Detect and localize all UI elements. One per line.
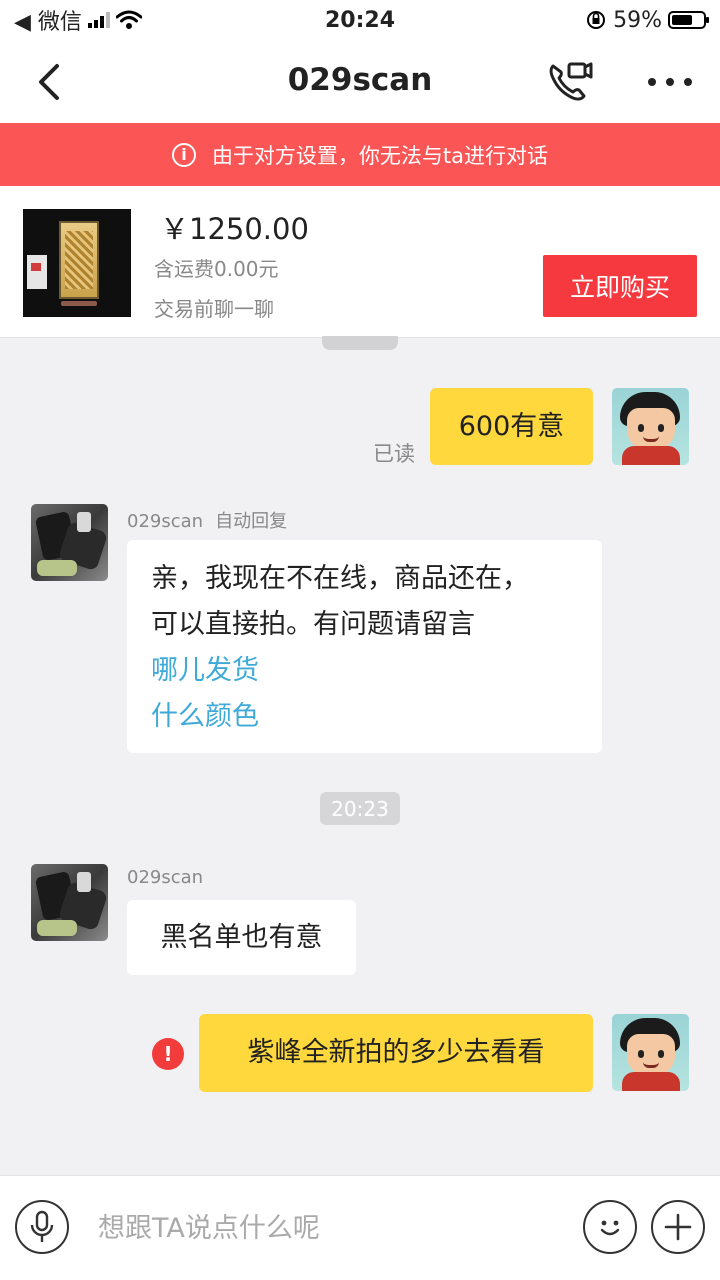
product-thumbnail[interactable]: [23, 209, 131, 317]
auto-reply-bubble[interactable]: 亲，我现在不在线，商品还在， 可以直接拍。有问题请留言 哪儿发货 什么颜色: [127, 540, 602, 753]
auto-reply-line: 可以直接拍。有问题请留言: [151, 609, 475, 640]
battery-percent: 59%: [613, 7, 662, 33]
scroll-indicator: [322, 336, 398, 350]
sender-name: 029scan 自动回复: [127, 507, 287, 533]
product-chat-hint: 交易前聊一聊: [154, 297, 274, 321]
buy-now-button[interactable]: 立即购买: [543, 255, 697, 317]
status-bar: ◀ 微信 20:24 59%: [0, 0, 720, 40]
sender-name-text: 029scan: [127, 511, 204, 532]
other-avatar[interactable]: [31, 504, 108, 581]
voice-input-button[interactable]: [15, 1200, 69, 1254]
product-shipping: 含运费0.00元: [154, 257, 279, 281]
quick-question-link[interactable]: 哪儿发货: [151, 648, 578, 694]
quick-question-link[interactable]: 什么颜色: [151, 694, 578, 740]
product-price: ￥1250.00: [160, 212, 309, 246]
emoji-button[interactable]: [583, 1200, 637, 1254]
more-options-icon[interactable]: [648, 68, 692, 96]
message-input[interactable]: [98, 1204, 558, 1252]
my-avatar[interactable]: [612, 388, 689, 465]
plus-icon: [664, 1213, 692, 1241]
my-message-bubble[interactable]: 600有意: [430, 388, 593, 465]
wifi-icon: [115, 10, 142, 29]
call-icon[interactable]: [545, 58, 595, 106]
more-actions-button[interactable]: [651, 1200, 705, 1254]
my-avatar[interactable]: [612, 1014, 689, 1091]
battery-icon: [668, 11, 709, 29]
other-avatar[interactable]: [31, 864, 108, 941]
send-failed-icon[interactable]: !: [152, 1038, 184, 1070]
back-to-app-label[interactable]: ◀ 微信: [14, 4, 82, 36]
status-right: 59%: [585, 7, 709, 33]
page-title: 029scan: [287, 62, 433, 98]
sender-name: 029scan: [127, 867, 204, 888]
nav-bar: 029scan: [0, 40, 720, 123]
info-icon: i: [171, 142, 196, 167]
product-card[interactable]: ￥1250.00 含运费0.00元 交易前聊一聊 立即购买: [0, 186, 720, 338]
smiley-icon: [600, 1220, 620, 1236]
auto-reply-tag: 自动回复: [215, 511, 288, 532]
my-message-bubble[interactable]: 紫峰全新拍的多少去看看: [199, 1014, 593, 1092]
read-status: 已读: [373, 442, 415, 466]
cellular-signal-icon: [87, 12, 110, 28]
microphone-icon: [30, 1210, 54, 1242]
input-bar: [0, 1175, 720, 1280]
status-left: ◀ 微信: [14, 4, 264, 36]
banner-text: 由于对方设置，你无法与ta进行对话: [211, 143, 549, 168]
auto-reply-line: 亲，我现在不在线，商品还在，: [151, 563, 529, 594]
time-divider: 20:23: [320, 792, 400, 825]
rotation-lock-icon: [587, 11, 606, 29]
blocked-banner: i 由于对方设置，你无法与ta进行对话: [0, 123, 720, 186]
other-message-bubble[interactable]: 黑名单也有意: [127, 900, 356, 975]
